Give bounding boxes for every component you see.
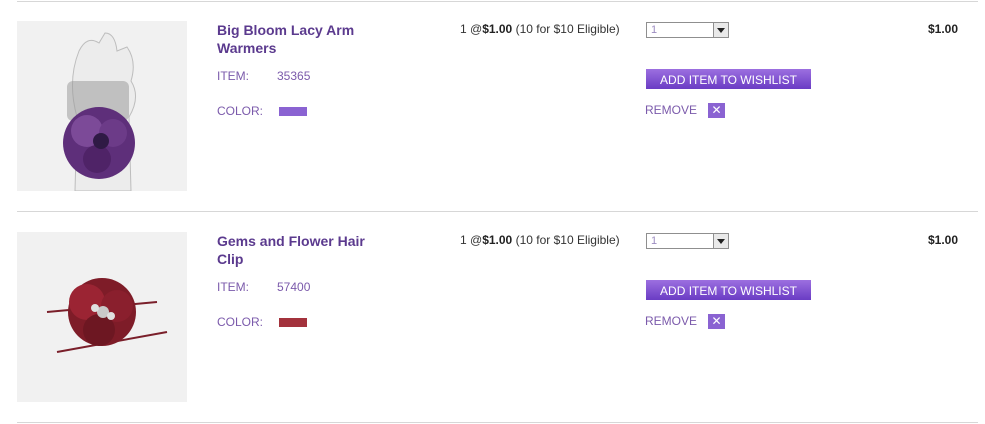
chevron-down-icon[interactable]	[713, 234, 728, 248]
product-name[interactable]: Gems and Flower Hair Clip	[217, 232, 377, 268]
unit-price: $1.00	[482, 233, 513, 247]
arm-warmer-icon	[17, 21, 187, 191]
close-icon[interactable]: ✕	[708, 314, 725, 329]
line-total: $1.00	[927, 233, 958, 247]
cart-item: Gems and Flower Hair Clip ITEM: 57400 CO…	[0, 211, 985, 422]
color-label: COLOR:	[217, 315, 264, 329]
item-label: ITEM:	[217, 280, 249, 294]
add-to-wishlist-button[interactable]: ADD ITEM TO WISHLIST	[646, 69, 811, 89]
close-icon[interactable]: ✕	[708, 103, 725, 118]
deal-text: (10 for $10 Eligible)	[515, 22, 620, 36]
quantity-value: 1	[651, 235, 658, 247]
unit-price-info: 1 @$1.00 (10 for $10 Eligible)	[460, 22, 620, 36]
quantity-prefix: 1 @	[460, 22, 483, 36]
hair-clip-product-image[interactable]	[17, 232, 187, 402]
item-number: 35365	[277, 69, 311, 83]
unit-price: $1.00	[482, 22, 513, 36]
chevron-down-icon[interactable]	[713, 23, 728, 37]
unit-price-info: 1 @$1.00 (10 for $10 Eligible)	[460, 233, 620, 247]
add-to-wishlist-button[interactable]: ADD ITEM TO WISHLIST	[646, 280, 811, 300]
item-label: ITEM:	[217, 69, 249, 83]
quantity-prefix: 1 @	[460, 233, 483, 247]
color-label: COLOR:	[217, 104, 264, 118]
line-total: $1.00	[927, 22, 958, 36]
color-swatch	[279, 318, 307, 327]
item-number: 57400	[277, 280, 311, 294]
divider-bottom	[17, 422, 978, 423]
arm-warmer-product-image[interactable]	[17, 21, 187, 191]
product-name[interactable]: Big Bloom Lacy Arm Warmers	[217, 21, 377, 57]
remove-link[interactable]: REMOVE	[645, 314, 697, 328]
color-swatch	[279, 107, 307, 116]
quantity-select[interactable]: 1	[646, 233, 729, 249]
remove-link[interactable]: REMOVE	[645, 103, 697, 117]
quantity-select[interactable]: 1	[646, 22, 729, 38]
cart-item: Big Bloom Lacy Arm Warmers ITEM: 35365 C…	[0, 0, 985, 211]
deal-text: (10 for $10 Eligible)	[515, 233, 620, 247]
hair-clip-icon	[17, 232, 187, 402]
quantity-value: 1	[651, 24, 658, 36]
